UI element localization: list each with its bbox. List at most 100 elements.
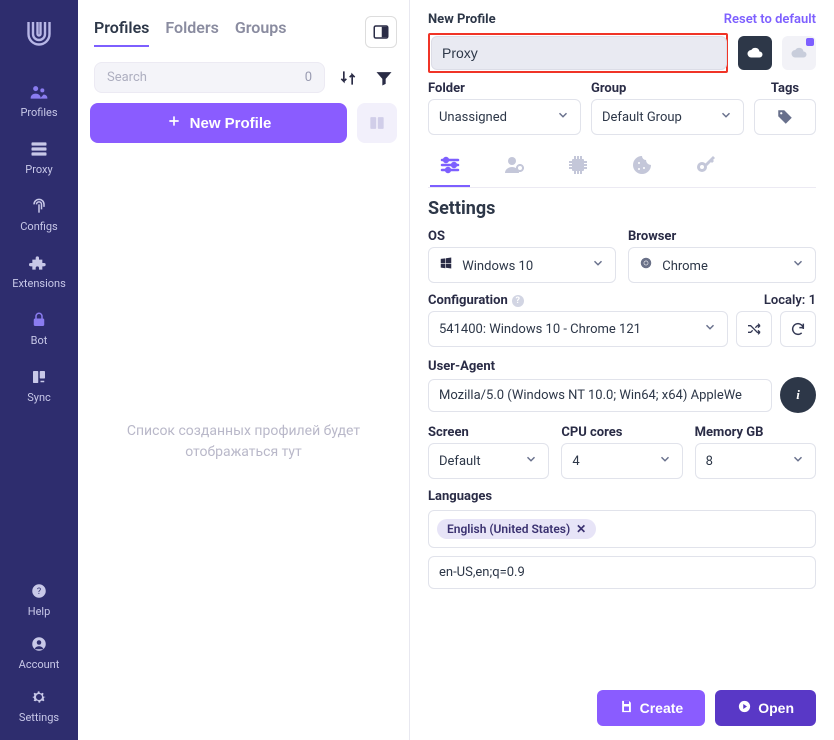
- remove-chip-icon[interactable]: ✕: [576, 522, 586, 536]
- config-label: Configuration ?: [428, 293, 524, 308]
- group-value: Default Group: [602, 110, 682, 125]
- category-tab-security[interactable]: [686, 153, 726, 187]
- panel-title: New Profile: [428, 12, 496, 27]
- lock-icon: [29, 310, 49, 330]
- lang-text-value: en-US,en;q=0.9: [439, 565, 525, 580]
- chrome-icon: [639, 256, 653, 270]
- nav-label: Proxy: [25, 163, 52, 176]
- search-placeholder: Search: [107, 70, 147, 85]
- empty-message-text: Список созданных профилей будет отобража…: [108, 421, 379, 463]
- search-count: 0: [305, 70, 312, 85]
- nav-account[interactable]: Account: [0, 626, 78, 679]
- category-tab-cookies[interactable]: [622, 153, 662, 187]
- filter-button[interactable]: [371, 65, 397, 91]
- nav-label: Help: [28, 605, 51, 618]
- save-icon: [619, 699, 634, 717]
- cpu-select[interactable]: 4: [561, 443, 682, 479]
- users-icon: [29, 82, 49, 102]
- os-select[interactable]: Windows 10: [428, 247, 616, 283]
- nav-sync[interactable]: Sync: [0, 357, 78, 414]
- app-logo: [19, 14, 59, 54]
- ua-value: Mozilla/5.0 (Windows NT 10.0; Win64; x64…: [439, 388, 742, 403]
- chevron-down-icon: [703, 320, 717, 338]
- create-button[interactable]: Create: [597, 690, 706, 726]
- chevron-down-icon: [791, 452, 805, 470]
- chevron-down-icon: [556, 108, 570, 126]
- cloud-storage-button[interactable]: [738, 36, 772, 70]
- help-icon[interactable]: ?: [512, 295, 524, 307]
- gear-icon: [29, 687, 49, 707]
- nav-bot[interactable]: Bot: [0, 300, 78, 357]
- shuffle-button[interactable]: [736, 311, 772, 347]
- browser-value: Chrome: [662, 259, 708, 274]
- puzzle-icon: [29, 253, 49, 273]
- category-tab-hardware[interactable]: [558, 153, 598, 187]
- languages-text-input[interactable]: en-US,en;q=0.9: [428, 556, 816, 589]
- config-select[interactable]: 541400: Windows 10 - Chrome 121: [428, 311, 728, 347]
- group-select[interactable]: Default Group: [591, 99, 744, 135]
- nav-profiles[interactable]: Profiles: [0, 72, 78, 129]
- help-icon: ?: [29, 581, 49, 601]
- screen-select[interactable]: Default: [428, 443, 549, 479]
- settings-heading: Settings: [428, 198, 816, 219]
- category-tab-account[interactable]: [494, 153, 534, 187]
- tab-folders[interactable]: Folders: [165, 18, 218, 47]
- memory-value: 8: [706, 454, 713, 469]
- browser-select[interactable]: Chrome: [628, 247, 816, 283]
- chevron-down-icon: [719, 108, 733, 126]
- nav-label: Sync: [27, 391, 51, 404]
- nav-label: Extensions: [12, 277, 66, 290]
- profiles-column: Profiles Folders Groups Search 0 New Pro…: [78, 0, 410, 740]
- ua-info-button[interactable]: i: [780, 377, 816, 413]
- nav-label: Bot: [31, 334, 48, 347]
- account-icon: [29, 634, 49, 654]
- tags-label: Tags: [754, 81, 816, 96]
- search-input[interactable]: Search 0: [94, 62, 325, 93]
- create-label: Create: [640, 700, 684, 716]
- plus-icon: [166, 113, 182, 133]
- windows-icon: [439, 256, 453, 270]
- os-value: Windows 10: [462, 259, 533, 274]
- profile-editor-panel: New Profile Reset to default Folder Unas…: [410, 0, 834, 740]
- chevron-down-icon: [658, 452, 672, 470]
- refresh-button[interactable]: [780, 311, 816, 347]
- nav-label: Profiles: [20, 106, 57, 119]
- nav-label: Settings: [19, 711, 59, 724]
- profile-name-input[interactable]: [431, 36, 727, 70]
- languages-label: Languages: [428, 489, 816, 504]
- open-button[interactable]: Open: [715, 690, 816, 726]
- fingerprint-icon: [29, 196, 49, 216]
- new-profile-button[interactable]: New Profile: [90, 103, 347, 143]
- panel-toggle-button[interactable]: [365, 16, 397, 48]
- group-label: Group: [591, 81, 744, 96]
- app-sidebar: Profiles Proxy Configs Extensions Bot: [0, 0, 78, 740]
- nav-proxy[interactable]: Proxy: [0, 129, 78, 186]
- nav-label: Account: [19, 658, 60, 671]
- tags-button[interactable]: [754, 99, 816, 135]
- play-icon: [737, 699, 752, 717]
- chip-label: English (United States): [447, 522, 570, 536]
- browser-label: Browser: [628, 229, 816, 244]
- nav-configs[interactable]: Configs: [0, 186, 78, 243]
- sort-button[interactable]: [335, 65, 361, 91]
- chevron-down-icon: [524, 452, 538, 470]
- memory-label: Memory GB: [695, 425, 816, 440]
- reset-to-default-link[interactable]: Reset to default: [724, 12, 816, 27]
- nav-extensions[interactable]: Extensions: [0, 243, 78, 300]
- nav-help[interactable]: ? Help: [0, 573, 78, 626]
- folder-select[interactable]: Unassigned: [428, 99, 581, 135]
- screen-label: Screen: [428, 425, 549, 440]
- user-agent-input[interactable]: Mozilla/5.0 (Windows NT 10.0; Win64; x64…: [428, 379, 772, 412]
- local-storage-button[interactable]: [782, 36, 816, 70]
- tab-profiles[interactable]: Profiles: [94, 18, 149, 47]
- server-icon: [29, 139, 49, 159]
- category-tab-settings[interactable]: [430, 153, 470, 187]
- nav-settings[interactable]: Settings: [0, 679, 78, 732]
- layout-button[interactable]: [357, 103, 397, 143]
- cpu-value: 4: [572, 454, 579, 469]
- tab-groups[interactable]: Groups: [235, 18, 287, 47]
- open-label: Open: [758, 700, 794, 716]
- languages-chip-area[interactable]: English (United States) ✕: [428, 510, 816, 548]
- chevron-down-icon: [791, 256, 805, 274]
- memory-select[interactable]: 8: [695, 443, 816, 479]
